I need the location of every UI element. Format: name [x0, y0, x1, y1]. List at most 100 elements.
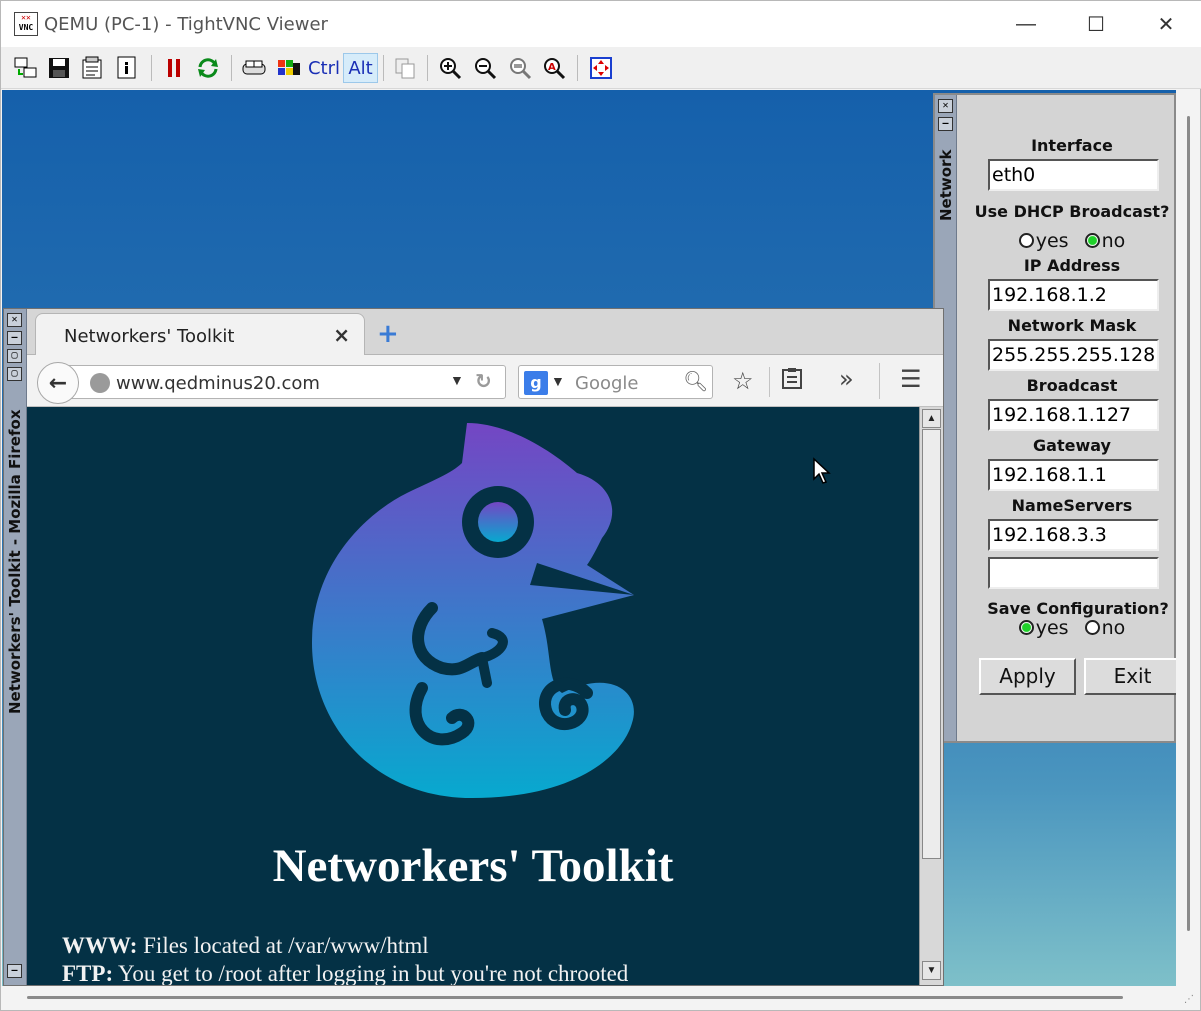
dhcp-label: Use DHCP Broadcast? [974, 202, 1170, 221]
maximize-icon: ☐ [1087, 13, 1105, 36]
zoom-actual-icon [510, 58, 532, 80]
minimize-icon: — [1016, 12, 1036, 35]
ip-address-field[interactable]: 192.168.1.2 [988, 279, 1159, 311]
info-icon [117, 56, 136, 79]
search-engine-dropdown-icon[interactable]: ▼ [551, 373, 565, 389]
tab-close-icon[interactable]: × [333, 323, 350, 347]
zoom-out-button[interactable] [470, 53, 500, 83]
nameserver-2-field[interactable] [988, 557, 1159, 589]
pause-button[interactable] [159, 53, 189, 83]
tab-title: Networkers' Toolkit [64, 326, 235, 347]
page-line-www: WWW: Files located at /var/www/html [62, 933, 429, 958]
search-icon[interactable]: 🔍︎ [683, 369, 708, 394]
save-session-button[interactable] [44, 53, 74, 83]
gateway-label: Gateway [1033, 436, 1111, 455]
remote-desktop[interactable]: ✕ – Network Interface eth0 Use DHCP Broa… [2, 90, 1176, 986]
firefox-maximize-button[interactable]: ▢ [7, 349, 22, 363]
reload-icon[interactable]: ↻ [475, 369, 492, 393]
hamburger-menu-icon[interactable]: ☰ [900, 365, 922, 393]
options-button[interactable] [78, 53, 108, 83]
scrollbar-thumb[interactable] [922, 429, 941, 859]
firefox-restore-button[interactable]: ▢ [7, 367, 22, 381]
minimize-button[interactable]: — [996, 8, 1056, 40]
connection-info-button[interactable] [112, 53, 142, 83]
refresh-icon [198, 58, 218, 78]
new-connection-button[interactable] [11, 53, 41, 83]
interface-label: Interface [1031, 136, 1113, 155]
broadcast-label: Broadcast [1026, 376, 1118, 395]
viewer-vertical-scrollbar[interactable] [1187, 116, 1190, 931]
firefox-close-button[interactable]: ✕ [7, 313, 22, 327]
google-engine-icon[interactable]: g [524, 371, 548, 395]
url-text: www.qedminus20.com [116, 373, 320, 394]
page-scrollbar[interactable]: ▲ ▼ [919, 407, 943, 985]
zoom-100-button[interactable] [505, 53, 535, 83]
save-no-radio[interactable] [1084, 620, 1100, 635]
scroll-down-arrow-icon[interactable]: ▼ [922, 961, 941, 980]
refresh-button[interactable] [193, 53, 223, 83]
new-connection-icon [14, 57, 37, 78]
overflow-chevron-icon[interactable]: » [839, 365, 854, 393]
apply-button[interactable]: Apply [979, 658, 1076, 695]
full-screen-button[interactable] [586, 53, 616, 83]
dhcp-yes-radio[interactable] [1018, 233, 1034, 248]
page-heading: Networkers' Toolkit [272, 840, 674, 892]
reading-list-icon[interactable] [781, 367, 803, 395]
firefox-minimize-button[interactable]: – [7, 331, 22, 345]
url-history-dropdown-icon[interactable]: ▼ [450, 372, 464, 388]
nav-separator [769, 367, 770, 397]
save-yes-label: yes [1035, 617, 1069, 639]
search-placeholder: Google [575, 373, 639, 394]
dhcp-no-radio[interactable] [1084, 233, 1100, 248]
network-close-button[interactable]: ✕ [938, 99, 953, 113]
network-minimize-button[interactable]: – [938, 117, 953, 131]
page-line-ftp: FTP: You get to /root after logging in b… [62, 961, 629, 985]
send-ctrl-alt-del-button[interactable] [239, 53, 269, 83]
page-content[interactable]: Networkers' Toolkit WWW: Files located a… [27, 407, 919, 985]
firefox-window-titlebar[interactable]: ✕ – ▢ ▢ Networkers' Toolkit - Mozilla Fi… [4, 309, 27, 985]
toolbar-separator [231, 55, 232, 81]
ip-address-label: IP Address [1023, 256, 1121, 275]
network-window-title: Network [937, 149, 955, 221]
save-no-label: no [1101, 617, 1126, 639]
search-bar[interactable]: g ▼ Google 🔍︎ [518, 365, 713, 399]
toolbar-separator [427, 55, 428, 81]
bookmark-star-icon[interactable]: ☆ [732, 367, 754, 395]
zoom-auto-button[interactable]: A [539, 53, 569, 83]
broadcast-field[interactable]: 192.168.1.127 [988, 399, 1159, 431]
gateway-field[interactable]: 192.168.1.1 [988, 459, 1159, 491]
toolbar-separator [151, 55, 152, 81]
zoom-in-button[interactable] [435, 53, 465, 83]
interface-field[interactable]: eth0 [988, 159, 1159, 191]
exit-button[interactable]: Exit [1084, 658, 1176, 695]
nav-separator [879, 363, 880, 399]
tab-networkers-toolkit[interactable]: Networkers' Toolkit × [35, 313, 365, 355]
scroll-up-arrow-icon[interactable]: ▲ [922, 409, 941, 428]
send-ctrl-esc-button[interactable] [274, 53, 304, 83]
close-button[interactable]: ✕ [1136, 8, 1196, 40]
svg-text:A: A [548, 62, 556, 73]
dhcp-radio-group: yes no [957, 230, 1176, 252]
title-bar: ✕✕ VNC QEMU (PC-1) - TightVNC Viewer — ☐ … [1, 1, 1201, 47]
save-config-label: Save Configuration? [987, 599, 1169, 618]
maximize-button[interactable]: ☐ [1066, 8, 1126, 40]
save-yes-radio[interactable] [1018, 620, 1034, 635]
firefox-window: ✕ – ▢ ▢ Networkers' Toolkit - Mozilla Fi… [3, 308, 944, 986]
nameserver-1-field[interactable]: 192.168.3.3 [988, 519, 1159, 551]
transfer-clipboard-button[interactable] [390, 53, 420, 83]
resize-grip-icon[interactable]: ⋰ [1184, 994, 1194, 1005]
alt-toggle-button[interactable]: Alt [343, 53, 378, 83]
url-bar[interactable]: www.qedminus20.com ▼ ↻ [69, 365, 506, 399]
ctrl-toggle-button[interactable]: Ctrl [308, 53, 340, 83]
network-mask-label: Network Mask [1007, 316, 1137, 335]
new-tab-icon[interactable]: + [377, 319, 399, 349]
network-form: Interface eth0 Use DHCP Broadcast? yes n… [957, 95, 1176, 741]
zoom-auto-icon: A [544, 58, 566, 80]
zoom-in-icon [440, 58, 462, 80]
viewer-horizontal-scrollbar[interactable] [27, 996, 1123, 999]
firefox-window-title: Networkers' Toolkit - Mozilla Firefox [6, 409, 24, 715]
chameleon-logo [312, 423, 634, 798]
back-button[interactable]: ← [37, 362, 79, 404]
firefox-resize-handle[interactable]: – [7, 964, 22, 978]
network-mask-field[interactable]: 255.255.255.128 [988, 339, 1159, 371]
